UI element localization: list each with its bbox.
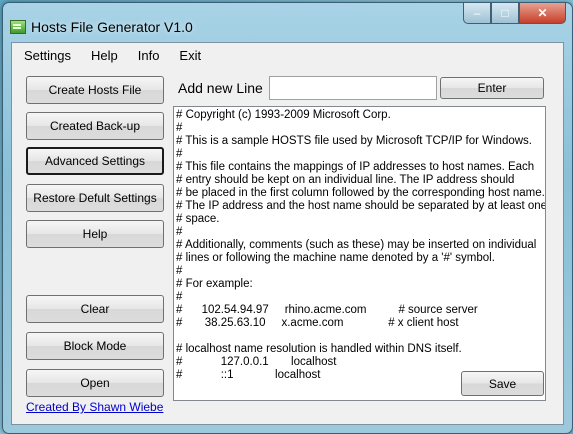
hosts-line: # 127.0.0.1 localhost (176, 356, 337, 368)
close-button[interactable]: ✕ (519, 3, 566, 24)
open-button[interactable]: Open (26, 369, 164, 397)
help-button[interactable]: Help (26, 220, 164, 248)
hosts-line: # entry should be kept on an individual … (176, 174, 515, 186)
advanced-settings-button[interactable]: Advanced Settings (26, 147, 164, 175)
hosts-line: # (176, 291, 183, 303)
title-bar[interactable]: Hosts File Generator V1.0 – □ ✕ (3, 3, 572, 39)
hosts-line: # (176, 122, 183, 134)
hosts-line: # This is a sample HOSTS file used by Mi… (176, 135, 532, 147)
menu-help[interactable]: Help (81, 43, 128, 65)
caption-buttons: – □ ✕ (463, 3, 566, 25)
menu-info[interactable]: Info (128, 43, 170, 65)
hosts-line: # The IP address and the host name shoul… (176, 200, 546, 212)
hosts-line: # Additionally, comments (such as these)… (176, 239, 537, 251)
minimize-button[interactable]: – (463, 3, 491, 24)
client-area: Settings Help Info Exit Create Hosts Fil… (11, 42, 564, 425)
menu-exit[interactable]: Exit (169, 43, 211, 65)
hosts-line: # lines or following the machine name de… (176, 252, 495, 264)
hosts-line: # 38.25.63.10 x.acme.com # x client host (176, 317, 459, 329)
hosts-line (176, 330, 526, 343)
created-backup-button[interactable]: Created Back-up (26, 112, 164, 140)
hosts-line: # Copyright (c) 1993-2009 Microsoft Corp… (176, 109, 391, 121)
add-new-line-label: Add new Line (178, 80, 263, 96)
block-mode-button[interactable]: Block Mode (26, 332, 164, 360)
clear-button[interactable]: Clear (26, 295, 164, 323)
restore-default-settings-button[interactable]: Restore Defult Settings (26, 184, 164, 212)
maximize-button[interactable]: □ (491, 3, 519, 24)
hosts-line: # (176, 148, 183, 160)
enter-button[interactable]: Enter (440, 77, 544, 99)
hosts-line: # space. (176, 213, 220, 225)
hosts-line: # (176, 265, 183, 277)
menu-bar: Settings Help Info Exit (12, 43, 563, 65)
menu-settings[interactable]: Settings (12, 43, 81, 65)
window-title: Hosts File Generator V1.0 (31, 19, 193, 35)
hosts-file-textarea[interactable]: # Copyright (c) 1993-2009 Microsoft Corp… (173, 106, 546, 401)
hosts-line: # For example: (176, 278, 253, 290)
hosts-line: # be placed in the first column followed… (176, 187, 545, 199)
add-new-line-input[interactable] (269, 76, 437, 100)
hosts-line: # localhost name resolution is handled w… (176, 343, 462, 355)
minimize-icon: – (473, 6, 481, 20)
close-icon: ✕ (537, 6, 548, 20)
app-window: Hosts File Generator V1.0 – □ ✕ Settings… (2, 2, 573, 434)
hosts-line: # 102.54.94.97 rhino.acme.com # source s… (176, 304, 478, 316)
create-hosts-file-button[interactable]: Create Hosts File (26, 76, 164, 104)
app-icon (10, 20, 26, 34)
hosts-line: # (176, 226, 183, 238)
save-button[interactable]: Save (461, 371, 544, 396)
hosts-line: # This file contains the mappings of IP … (176, 161, 535, 173)
maximize-icon: □ (501, 6, 509, 20)
credit-link[interactable]: Created By Shawn Wiebe (26, 400, 163, 414)
hosts-file-content: # Copyright (c) 1993-2009 Microsoft Corp… (176, 109, 546, 382)
